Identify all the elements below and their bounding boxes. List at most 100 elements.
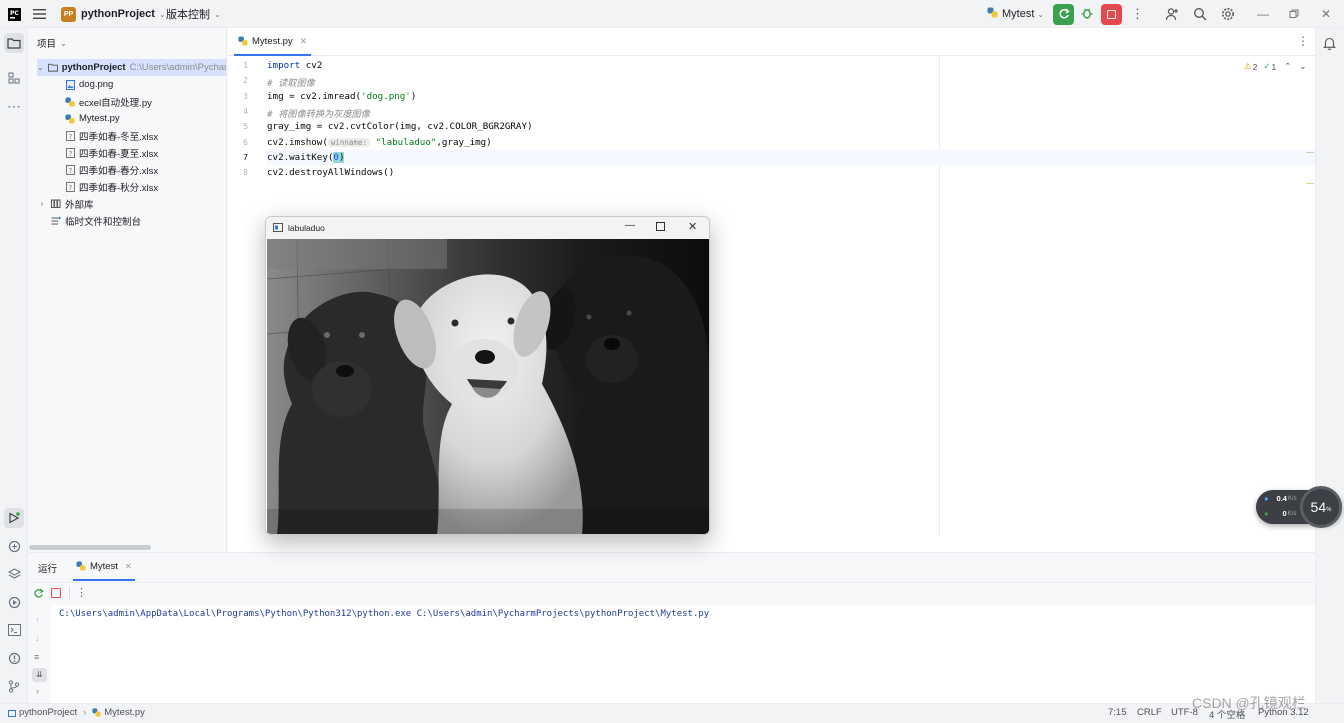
opencv-window-titlebar[interactable]: labuladuo — ✕ [266, 217, 709, 239]
code-line-3[interactable]: img = cv2.imread('dog.png') [267, 91, 416, 102]
structure-icon[interactable] [4, 68, 24, 88]
code-line-5[interactable]: gray_img = cv2.cvtColor(img, cv2.COLOR_B… [267, 121, 533, 132]
tree-label: 四季如春-冬至.xlsx [79, 131, 159, 143]
tree-item-xlsx-2[interactable]: ? 四季如春-夏至.xlsx [65, 144, 158, 161]
chevron-down-icon: ⌄ [60, 38, 67, 48]
editor-tab-mytest[interactable]: Mytest.py ✕ [234, 28, 312, 56]
project-selector[interactable]: PP pythonProject ⌄ [61, 0, 166, 28]
code-line-8[interactable]: cv2.destroyAllWindows() [267, 167, 394, 178]
terminal-icon[interactable] [4, 620, 24, 640]
cpu-usage-dial: 54 % [1300, 486, 1342, 528]
grayscale-dogs-image [267, 239, 709, 534]
stop-button[interactable] [1101, 0, 1122, 28]
run-tool-window: 运行 Mytest ✕ ⋮ ↑ ↓ ≡ ⇊ › C:\Users\admin\A… [29, 552, 1315, 704]
svg-text:?: ? [68, 150, 72, 158]
chevron-down-icon: ⌄ [158, 9, 166, 19]
line-separator[interactable]: CRLF [1137, 707, 1162, 718]
unknown-file-icon: ? [65, 181, 75, 192]
tree-label: ecxel自动处理.py [79, 97, 152, 109]
git-icon[interactable] [4, 676, 24, 696]
tree-item-xlsx-1[interactable]: ? 四季如春-冬至.xlsx [65, 127, 158, 144]
scroll-to-end-icon[interactable]: ⇊ [32, 668, 47, 682]
code-token: ) [410, 91, 417, 102]
horizontal-scrollbar[interactable] [29, 545, 151, 550]
tree-item-xlsx-3[interactable]: ? 四季如春-春分.xlsx [65, 161, 158, 178]
rerun-button[interactable] [1053, 0, 1074, 28]
console-output[interactable]: C:\Users\admin\AppData\Local\Programs\Py… [51, 605, 1315, 704]
inspection-widget[interactable]: ⚠ 2 ✓ 1 ⌃ ⌄ [1244, 61, 1306, 72]
debug-button[interactable] [1080, 0, 1094, 28]
run-tool-icon[interactable] [4, 508, 24, 528]
chevron-down-icon[interactable]: ⌄ [1299, 61, 1306, 72]
services-icon[interactable] [4, 592, 24, 612]
code-line-6[interactable]: cv2.imshow(winname: "labuladuo",gray_img… [267, 137, 492, 148]
opencv-image-window[interactable]: labuladuo — ✕ [265, 216, 710, 535]
upload-speed: ● 0.4 K/s [1264, 494, 1297, 503]
project-panel: 项目 ⌄ ⌄ pythonProject C:\Users\admin\Pych… [29, 28, 227, 552]
project-panel-title: 项目 [37, 39, 57, 50]
project-panel-header[interactable]: 项目 ⌄ [37, 36, 67, 51]
breadcrumb-file[interactable]: Mytest.py [104, 707, 145, 718]
svg-text:?: ? [68, 184, 72, 192]
restore-window-icon[interactable] [1289, 0, 1299, 28]
tree-root-pythonproject[interactable]: ⌄ pythonProject C:\Users\admin\PycharmPr… [37, 59, 226, 76]
folder-icon[interactable] [4, 33, 24, 53]
vcs-selector[interactable]: 版本控制 ⌄ [166, 0, 221, 28]
more-actions-icon[interactable]: ⋮ [1131, 0, 1144, 28]
right-tool-strip [1315, 28, 1344, 703]
more-actions-icon[interactable]: ⋮ [76, 586, 87, 599]
close-window-icon[interactable]: ✕ [1321, 0, 1331, 28]
code-line-2[interactable]: # 读取图像 [267, 75, 315, 89]
upload-speed-value: 0.4 [1276, 494, 1287, 503]
main-menu-icon[interactable] [33, 0, 49, 28]
rerun-icon [1053, 3, 1074, 25]
line-number: 5 [243, 122, 248, 131]
code-line-7[interactable]: cv2.waitKey(0) [267, 152, 345, 163]
minimize-window-icon[interactable]: — [1257, 0, 1269, 28]
scroll-down-icon[interactable]: ↓ [35, 633, 40, 643]
status-bar: pythonProject › Mytest.py 7:15 CRLF UTF-… [0, 703, 1344, 723]
scroll-up-icon[interactable]: ↑ [35, 615, 40, 625]
code-token: ,gray_img) [436, 137, 492, 148]
minimize-window-icon[interactable]: — [625, 220, 635, 231]
breadcrumb-project[interactable]: pythonProject [19, 707, 77, 718]
code-line-4[interactable]: # 将图像转换为灰度图像 [267, 106, 370, 120]
unknown-file-icon: ? [65, 164, 75, 175]
close-window-icon[interactable]: ✕ [688, 220, 697, 233]
layers-icon[interactable] [4, 564, 24, 584]
tree-label: 外部库 [65, 199, 94, 211]
library-icon [51, 199, 61, 209]
problems-icon[interactable] [4, 648, 24, 668]
tree-item-external-libraries[interactable]: › 外部库 [37, 195, 94, 212]
code-line-1[interactable]: import cv2 [267, 60, 322, 71]
tab-options-icon[interactable]: ⋮ [1297, 34, 1309, 48]
python-packages-icon[interactable] [4, 536, 24, 556]
tree-item-ecxel-py[interactable]: ecxel自动处理.py [65, 93, 152, 110]
close-tab-icon[interactable]: ✕ [125, 562, 132, 571]
soft-wrap-icon[interactable]: ≡ [34, 652, 39, 662]
tree-item-dog-png[interactable]: dog.png [65, 76, 113, 93]
tree-item-xlsx-4[interactable]: ? 四季如春-秋分.xlsx [65, 178, 158, 195]
chevron-right-icon: › [40, 199, 44, 208]
rerun-icon[interactable] [33, 588, 44, 602]
network-speed-widget[interactable]: ● 0.4 K/s ● 0 K/s 54 % [1256, 486, 1342, 528]
notifications-bell-icon[interactable] [1323, 36, 1336, 53]
settings-gear-icon[interactable] [1221, 0, 1235, 28]
chevron-up-icon[interactable]: ⌃ [1284, 61, 1291, 72]
more-tools-icon[interactable]: ⋯ [4, 96, 24, 116]
run-config-selector[interactable]: Mytest ⌄ [987, 0, 1044, 28]
add-user-icon[interactable] [1165, 0, 1179, 28]
run-tab-label: Mytest [90, 560, 118, 572]
chevron-down-icon: ⌄ [1037, 9, 1045, 19]
tree-item-scratches[interactable]: 临时文件和控制台 [51, 212, 141, 229]
chevron-right-icon[interactable]: › [36, 686, 39, 696]
close-tab-icon[interactable]: ✕ [300, 36, 308, 47]
search-icon[interactable] [1193, 0, 1207, 28]
cpu-usage-unit: % [1326, 506, 1332, 513]
run-tab-mytest[interactable]: Mytest ✕ [73, 553, 135, 581]
upload-speed-unit: K/s [1287, 495, 1297, 502]
maximize-window-icon[interactable] [656, 222, 665, 233]
stop-icon[interactable] [51, 588, 61, 598]
tree-item-mytest-py[interactable]: Mytest.py [65, 110, 120, 127]
caret-position[interactable]: 7:15 [1108, 707, 1127, 718]
